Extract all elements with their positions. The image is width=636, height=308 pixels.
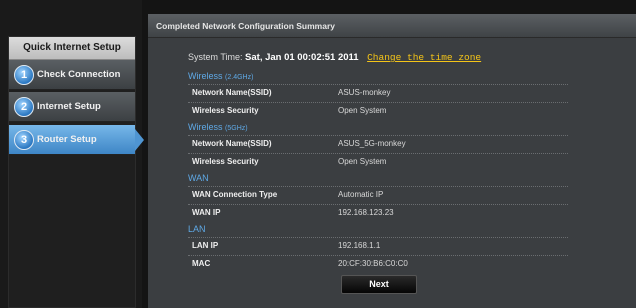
section-title-text: Wireless [188, 71, 223, 81]
step-label: Router Setup [37, 134, 97, 145]
step-label: Internet Setup [37, 101, 101, 112]
section-title-wan: WAN [188, 173, 209, 183]
step-label: Check Connection [37, 69, 121, 80]
step-internet-setup[interactable]: 2 Internet Setup [9, 92, 135, 122]
row-label: Network Name(SSID) [192, 139, 272, 148]
sidebar: Quick Internet Setup 1 Check Connection … [0, 0, 144, 308]
step-3-icon: 3 [14, 130, 34, 150]
section-title-lan: LAN [188, 224, 206, 234]
step-check-connection[interactable]: 1 Check Connection [9, 60, 135, 90]
step-router-setup[interactable]: 3 Router Setup [9, 125, 144, 155]
row-wan-type: WAN Connection Type Automatic IP [188, 187, 568, 203]
step-2-icon: 2 [14, 97, 34, 117]
row-value: 192.168.123.23 [338, 208, 394, 217]
row-security-5: Wireless Security Open System [188, 154, 568, 170]
section-title-text: WAN [188, 173, 209, 183]
sidebar-title: Quick Internet Setup [9, 37, 135, 60]
step-1-icon: 1 [14, 65, 34, 85]
next-button[interactable]: Next [341, 275, 417, 294]
row-ssid-24: Network Name(SSID) ASUS-monkey [188, 85, 568, 101]
row-label: LAN IP [192, 241, 219, 250]
section-title-text: LAN [188, 224, 206, 234]
system-time-value: Sat, Jan 01 00:02:51 2011 [245, 52, 359, 63]
row-value: ASUS_5G-monkey [338, 139, 406, 148]
change-time-zone-link[interactable]: Change the time zone [367, 52, 481, 63]
section-title-wireless-5: Wireless (5GHz) [188, 122, 248, 132]
section-band: (5GHz) [225, 125, 248, 132]
row-wan-ip: WAN IP 192.168.123.23 [188, 205, 568, 221]
row-value: Open System [338, 106, 387, 115]
row-label: WAN IP [192, 208, 221, 217]
section-title-text: Wireless [188, 122, 223, 132]
row-security-24: Wireless Security Open System [188, 103, 568, 119]
row-value: Automatic IP [338, 190, 384, 199]
row-value: 20:CF:30:B6:C0:C0 [338, 259, 408, 268]
row-lan-ip: LAN IP 192.168.1.1 [188, 238, 568, 254]
summary-panel: Completed Network Configuration Summary … [148, 14, 636, 308]
row-value: ASUS-monkey [338, 88, 391, 97]
row-ssid-5: Network Name(SSID) ASUS_5G-monkey [188, 136, 568, 152]
row-label: Wireless Security [192, 106, 259, 115]
row-mac: MAC 20:CF:30:B6:C0:C0 [188, 256, 568, 272]
row-value: 192.168.1.1 [338, 241, 381, 250]
row-label: Wireless Security [192, 157, 259, 166]
row-label: Network Name(SSID) [192, 88, 272, 97]
system-time: System Time: Sat, Jan 01 00:02:51 2011 C… [188, 52, 481, 63]
row-label: WAN Connection Type [192, 190, 278, 199]
page-title: Completed Network Configuration Summary [148, 14, 636, 38]
quick-setup-panel: Quick Internet Setup 1 Check Connection … [8, 36, 144, 308]
row-label: MAC [192, 259, 211, 268]
row-value: Open System [338, 157, 387, 166]
section-band: (2.4GHz) [225, 74, 254, 81]
section-title-wireless-24: Wireless (2.4GHz) [188, 71, 253, 81]
system-time-label: System Time: [188, 52, 243, 62]
